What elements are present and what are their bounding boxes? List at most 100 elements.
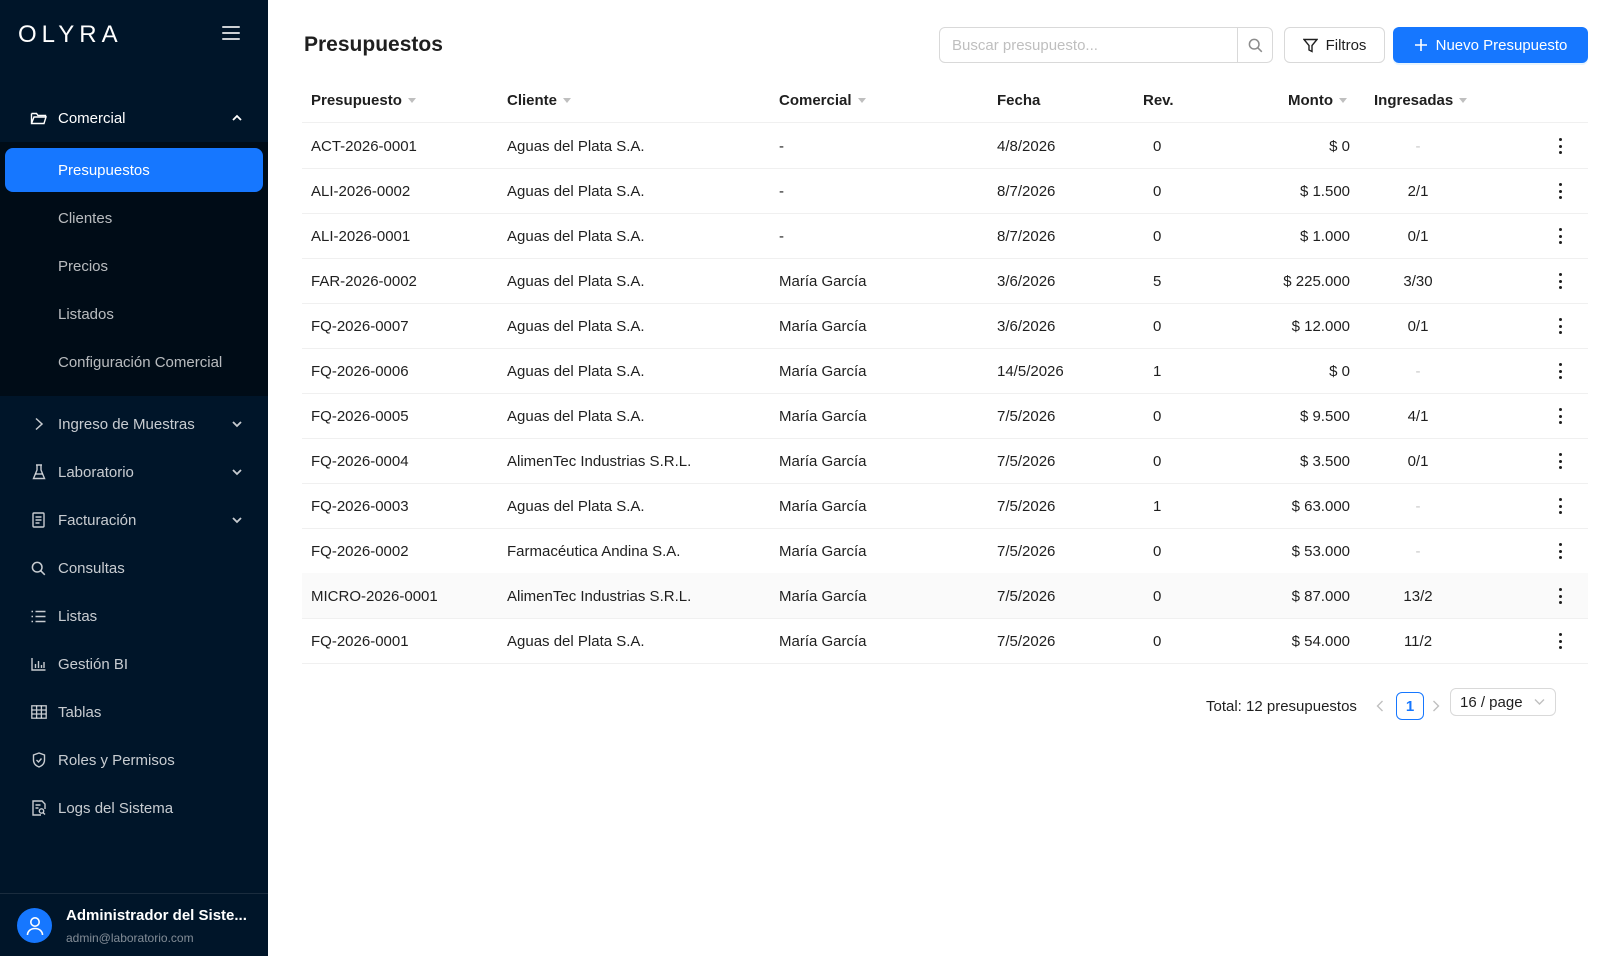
row-actions-icon[interactable] xyxy=(1558,408,1562,424)
table-row[interactable]: MICRO-2026-0001 AlimenTec Industrias S.R.… xyxy=(302,573,1588,619)
sort-icon xyxy=(1459,98,1468,103)
row-actions-icon[interactable] xyxy=(1558,138,1562,154)
cell-presupuesto: ALI-2026-0001 xyxy=(311,227,411,245)
row-actions-icon[interactable] xyxy=(1558,228,1562,244)
shield-icon xyxy=(30,752,47,769)
sidebar-item-logs-del-sistema[interactable]: Logs del Sistema xyxy=(0,786,268,830)
cell-cliente: Aguas del Plata S.A. xyxy=(507,227,645,245)
cell-monto: $ 54.000 xyxy=(1291,632,1350,650)
column-header-ingresadas[interactable]: Ingresadas xyxy=(1374,78,1468,123)
row-actions-icon[interactable] xyxy=(1558,183,1562,199)
cell-ingresadas: 0/1 xyxy=(1407,452,1429,470)
cell-rev: 0 xyxy=(1153,407,1162,425)
table-row[interactable]: ALI-2026-0002 Aguas del Plata S.A. - 8/7/20… xyxy=(302,168,1588,214)
cell-ingresadas: 4/1 xyxy=(1407,407,1429,425)
page-title: Presupuestos xyxy=(304,33,443,56)
page-size-value: 16 / page xyxy=(1460,693,1523,711)
row-actions-icon[interactable] xyxy=(1558,588,1562,604)
sidebar-item-tablas[interactable]: Tablas xyxy=(0,690,268,734)
user-profile[interactable]: Administrador del Siste... admin@laborat… xyxy=(0,893,268,956)
sidebar-item-laboratorio[interactable]: Laboratorio xyxy=(0,450,268,494)
table-row[interactable]: FQ-2026-0007 Aguas del Plata S.A. María Ga… xyxy=(302,303,1588,349)
row-actions-icon[interactable] xyxy=(1558,633,1562,649)
cell-comercial: María García xyxy=(779,407,867,425)
cell-monto: $ 63.000 xyxy=(1291,497,1350,515)
table-row[interactable]: FQ-2026-0001 Aguas del Plata S.A. María Ga… xyxy=(302,618,1588,664)
table-row[interactable]: FQ-2026-0005 Aguas del Plata S.A. María Ga… xyxy=(302,393,1588,439)
sidebar-item-ingreso-de-muestras[interactable]: Ingreso de Muestras xyxy=(0,402,268,446)
new-budget-button[interactable]: Nuevo Presupuesto xyxy=(1393,27,1588,63)
search-box xyxy=(939,27,1273,63)
row-actions-icon[interactable] xyxy=(1558,273,1562,289)
chevron-down-icon xyxy=(232,469,242,476)
row-actions-icon[interactable] xyxy=(1558,498,1562,514)
list-icon xyxy=(30,608,47,625)
sidebar-item-listas[interactable]: Listas xyxy=(0,594,268,638)
sidebar-item-comercial[interactable]: Comercial xyxy=(0,96,268,140)
table-row[interactable]: ALI-2026-0001 Aguas del Plata S.A. - 8/7/20… xyxy=(302,213,1588,259)
sidebar: OLYRA Comercial Presupuestos Clientes Pr… xyxy=(0,0,268,956)
plus-icon xyxy=(1414,39,1427,51)
cell-monto: $ 12.000 xyxy=(1291,317,1350,335)
cell-monto: $ 0 xyxy=(1329,137,1350,155)
pagination-prev-button[interactable] xyxy=(1372,692,1388,720)
sidebar-item-gestion-bi[interactable]: Gestión BI xyxy=(0,642,268,686)
cell-rev: 0 xyxy=(1153,542,1162,560)
sidebar-item-configuracion-comercial[interactable]: Configuración Comercial xyxy=(5,340,263,384)
sidebar-item-facturacion[interactable]: Facturación xyxy=(0,498,268,542)
cell-cliente: Aguas del Plata S.A. xyxy=(507,137,645,155)
cell-rev: 0 xyxy=(1153,182,1162,200)
column-header-monto[interactable]: Monto xyxy=(1288,78,1347,123)
sidebar-item-clientes[interactable]: Clientes xyxy=(5,196,263,240)
sidebar-item-consultas[interactable]: Consultas xyxy=(0,546,268,590)
column-header-comercial[interactable]: Comercial xyxy=(779,78,866,123)
main-content: Presupuestos Filtros Nuevo Presupuesto P… xyxy=(268,0,1600,956)
row-actions-icon[interactable] xyxy=(1558,543,1562,559)
row-actions-icon[interactable] xyxy=(1558,453,1562,469)
row-actions-icon[interactable] xyxy=(1558,363,1562,379)
user-email: admin@laboratorio.com xyxy=(66,931,194,945)
table-row[interactable]: FQ-2026-0003 Aguas del Plata S.A. María Ga… xyxy=(302,483,1588,529)
column-header-presupuesto[interactable]: Presupuesto xyxy=(311,78,416,123)
column-header-rev: Rev. xyxy=(1143,92,1174,109)
cell-fecha: 7/5/2026 xyxy=(997,497,1056,515)
sidebar-item-presupuestos[interactable]: Presupuestos xyxy=(5,148,263,192)
cell-fecha: 8/7/2026 xyxy=(997,182,1056,200)
cell-comercial: - xyxy=(779,182,784,200)
cell-rev: 0 xyxy=(1153,452,1162,470)
sidebar-item-listados[interactable]: Listados xyxy=(5,292,263,336)
menu-toggle-icon[interactable] xyxy=(222,26,240,40)
pagination-next-button[interactable] xyxy=(1428,692,1444,720)
cell-rev: 5 xyxy=(1153,272,1162,290)
row-actions-icon[interactable] xyxy=(1558,318,1562,334)
page-size-select[interactable]: 16 / page xyxy=(1450,688,1556,716)
cell-ingresadas: 0/1 xyxy=(1407,317,1429,335)
sidebar-item-precios[interactable]: Precios xyxy=(5,244,263,288)
sidebar-item-label: Facturación xyxy=(58,511,137,529)
table-row[interactable]: FQ-2026-0002 Farmacéutica Andina S.A. Marí… xyxy=(302,528,1588,574)
cell-ingresadas: 11/2 xyxy=(1403,632,1433,650)
avatar xyxy=(17,908,52,943)
cell-cliente: Aguas del Plata S.A. xyxy=(507,182,645,200)
cell-presupuesto: FQ-2026-0002 xyxy=(311,542,409,560)
cell-rev: 1 xyxy=(1153,497,1162,515)
cell-cliente: AlimenTec Industrias S.R.L. xyxy=(507,587,692,605)
search-input[interactable] xyxy=(940,28,1237,62)
sidebar-item-label: Tablas xyxy=(58,703,102,721)
table-row[interactable]: FQ-2026-0006 Aguas del Plata S.A. María Ga… xyxy=(302,348,1588,394)
table-row[interactable]: FAR-2026-0002 Aguas del Plata S.A. María G… xyxy=(302,258,1588,304)
sidebar-item-roles-y-permisos[interactable]: Roles y Permisos xyxy=(0,738,268,782)
cell-monto: $ 53.000 xyxy=(1291,542,1350,560)
search-icon xyxy=(1248,38,1262,52)
table-row[interactable]: FQ-2026-0004 AlimenTec Industrias S.R.L. M… xyxy=(302,438,1588,484)
chevron-down-icon xyxy=(232,421,242,428)
cell-comercial: María García xyxy=(779,452,867,470)
cell-monto: $ 225.000 xyxy=(1283,272,1350,290)
filters-button[interactable]: Filtros xyxy=(1284,27,1385,63)
search-button[interactable] xyxy=(1237,28,1272,62)
chevron-right-icon xyxy=(1433,700,1440,712)
cell-presupuesto: FAR-2026-0002 xyxy=(311,272,417,290)
table-row[interactable]: ACT-2026-0001 Aguas del Plata S.A. - 4/8/20… xyxy=(302,123,1588,169)
column-header-cliente[interactable]: Cliente xyxy=(507,78,572,123)
pagination-page-button[interactable]: 1 xyxy=(1396,692,1424,720)
